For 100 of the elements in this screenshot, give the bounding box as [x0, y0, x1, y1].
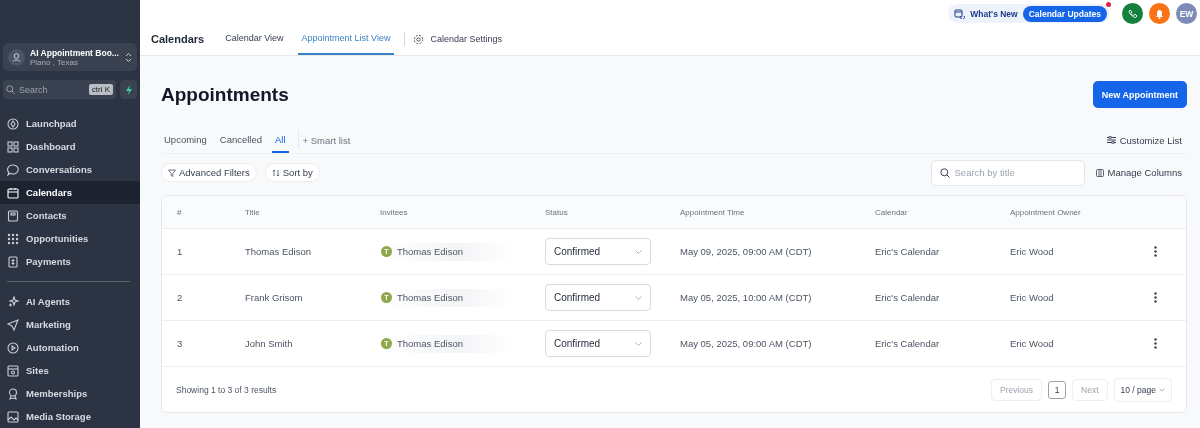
nav-item[interactable]: Opportunities — [0, 227, 140, 250]
column-header: Invitees — [380, 207, 409, 217]
nav-item[interactable]: Dashboard — [0, 135, 140, 158]
chevron-down-icon — [1159, 387, 1165, 392]
image-icon — [7, 410, 19, 423]
smart-list-link[interactable]: + Smart list — [302, 127, 351, 153]
whats-new-button[interactable]: What's New Calendar Updates — [948, 4, 1110, 23]
search-icon — [6, 85, 15, 94]
table-cell-text: John Smith — [245, 338, 294, 349]
customize-list-button[interactable]: Customize List — [1106, 127, 1182, 153]
view-tab[interactable]: Appointment List View — [297, 25, 395, 55]
table-cell-text: Eric Wood — [1010, 292, 1055, 303]
table-cell-text: Eric's Calendar — [875, 246, 941, 257]
calendar-refresh-icon — [954, 8, 966, 19]
new-appointment-button[interactable]: New Appointment — [1092, 81, 1187, 108]
calendar-icon — [7, 186, 19, 199]
view-tab[interactable]: Calendar View — [221, 25, 288, 55]
section-title: Calendars — [151, 32, 205, 47]
invitee-name: Thomas Edison — [397, 292, 463, 303]
address-book-icon — [7, 209, 19, 222]
sort-arrows-icon — [271, 168, 280, 177]
filter-tab[interactable]: All — [272, 127, 289, 153]
invitee-name: Thomas Edison — [397, 246, 463, 257]
kebab-menu-icon — [1153, 338, 1157, 349]
table-cell-text: 2 — [177, 292, 184, 303]
dots-grid-icon — [7, 232, 19, 245]
table-cell-text: Frank Grisom — [245, 292, 304, 303]
sparkle-icon — [7, 295, 19, 308]
chevron-down-icon — [635, 341, 642, 346]
table-cell-text: Eric's Calendar — [875, 338, 941, 349]
filter-tab[interactable]: Upcoming — [161, 127, 210, 153]
status-value: Confirmed — [554, 338, 601, 349]
nav-item[interactable]: Automation — [0, 336, 140, 359]
table-cell-text: 3 — [177, 338, 184, 349]
column-header: Title — [245, 207, 261, 217]
column-header: Appointment Time — [680, 207, 746, 217]
status-value: Confirmed — [554, 292, 601, 303]
ribbon-icon — [7, 387, 19, 400]
page-title: Appointments — [161, 83, 289, 106]
column-header: Status — [545, 207, 569, 217]
account-name: AI Appointment Boo... — [30, 47, 120, 58]
nav-item[interactable]: Calendars — [0, 181, 140, 204]
page-size-dropdown[interactable]: 10 / page — [1113, 377, 1172, 402]
status-dropdown[interactable]: Confirmed — [545, 330, 651, 357]
nav-item[interactable]: Media Storage — [0, 405, 140, 428]
results-summary: Showing 1 to 3 of 3 results — [176, 384, 278, 395]
search-field[interactable]: Search ctrl K — [3, 80, 116, 99]
nav-item[interactable]: AI Agents — [0, 290, 140, 313]
paper-plane-icon — [7, 318, 19, 331]
search-placeholder: Search — [19, 84, 49, 95]
play-circle-icon — [7, 341, 19, 354]
receipt-icon — [7, 255, 19, 268]
phone-button[interactable] — [1122, 3, 1143, 24]
table-cell-text: May 09, 2025, 09:00 AM (CDT) — [680, 246, 813, 257]
advanced-filters-button[interactable]: Advanced Filters — [161, 163, 257, 182]
lightning-icon — [124, 84, 133, 95]
filter-tab[interactable]: Cancelled — [216, 127, 266, 153]
whats-new-label: What's New — [970, 8, 1018, 19]
nav-item[interactable]: Contacts — [0, 204, 140, 227]
columns-icon — [1095, 168, 1104, 177]
page-button[interactable]: 1 — [1048, 380, 1067, 399]
table-cell-text: May 05, 2025, 10:00 AM (CDT) — [680, 292, 813, 303]
nav-item[interactable]: Payments — [0, 250, 140, 273]
table-cell-text: Thomas Edison — [245, 246, 312, 257]
table-cell-text: May 05, 2025, 09:00 AM (CDT) — [680, 338, 813, 349]
nav-item[interactable]: Marketing — [0, 313, 140, 336]
status-value: Confirmed — [554, 246, 601, 257]
nav-item[interactable]: Sites — [0, 359, 140, 382]
nav-item[interactable]: Memberships — [0, 382, 140, 405]
column-header: Calendar — [875, 207, 909, 217]
chevron-updown-icon — [125, 51, 132, 63]
settings-icon — [413, 33, 425, 45]
table-cell-text: Eric Wood — [1010, 246, 1055, 257]
table-cell-text: Eric Wood — [1010, 338, 1055, 349]
sort-by-button[interactable]: Sort by — [264, 163, 320, 182]
notifications-button[interactable] — [1149, 3, 1170, 24]
calendar-settings-link[interactable]: Calendar Settings — [413, 25, 502, 55]
nav-item[interactable]: Launchpad — [0, 112, 140, 135]
kebab-menu-icon — [1153, 292, 1157, 303]
nav-item[interactable]: Conversations — [0, 158, 140, 181]
account-location: Plano , Texas — [30, 57, 78, 67]
column-header: # — [177, 207, 183, 217]
kebab-menu-icon — [1153, 246, 1157, 257]
bell-icon — [1155, 8, 1164, 19]
chat-bubble-icon — [7, 163, 19, 176]
account-switcher[interactable]: AI Appointment Boo... Plano , Texas — [3, 43, 137, 71]
chevron-down-icon — [635, 295, 642, 300]
status-dropdown[interactable]: Confirmed — [545, 238, 651, 265]
shortcut-key: ctrl K — [88, 84, 113, 95]
column-header: Appointment Owner — [1010, 207, 1082, 217]
status-dropdown[interactable]: Confirmed — [545, 284, 651, 311]
manage-columns-button[interactable]: Manage Columns — [1095, 167, 1182, 178]
update-badge: Calendar Updates — [1022, 5, 1107, 22]
filter-icon — [168, 168, 176, 177]
browser-window-icon — [7, 364, 19, 377]
invitee-name: Thomas Edison — [397, 338, 463, 349]
quick-action-button[interactable] — [120, 80, 137, 99]
search-icon — [939, 167, 950, 178]
table-cell-text: 1 — [177, 246, 184, 257]
phone-icon — [1128, 9, 1137, 18]
